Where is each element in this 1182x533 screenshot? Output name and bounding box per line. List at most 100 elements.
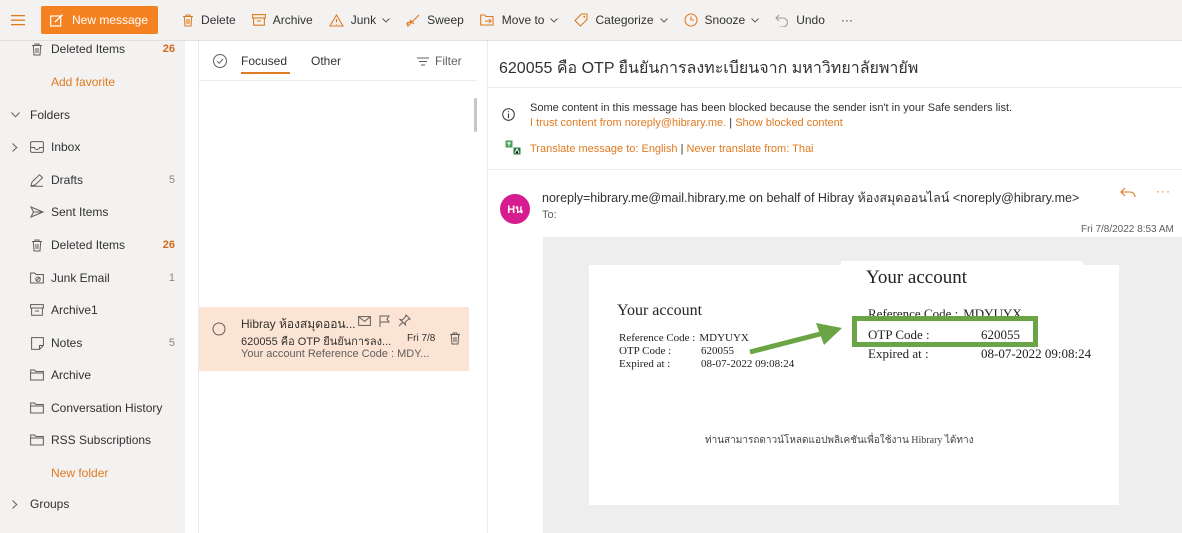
message-date: Fri 7/8	[407, 333, 436, 344]
reference-label: Reference Code :	[619, 332, 696, 344]
move-to-button[interactable]: Move to	[472, 6, 567, 34]
message-list: Focused Other Filter Hibray ห้องสมุดออน.…	[198, 41, 477, 533]
tab-focused[interactable]: Focused	[241, 54, 287, 68]
scroll-down-icon[interactable]	[473, 526, 477, 533]
message-list-scrollbar[interactable]	[471, 81, 477, 533]
folder-label: Sent Items	[51, 205, 109, 219]
reply-icon[interactable]	[1120, 187, 1136, 201]
undo-icon	[775, 14, 789, 27]
folder-inbox[interactable]: Inbox	[0, 131, 185, 163]
new-folder-label: New folder	[51, 466, 109, 480]
message-preview: Your account Reference Code : MDY...	[241, 348, 430, 360]
download-app-text: ท่านสามารถดาวน์โหลดแอปพลิเคชันเพื่อใช้งา…	[705, 435, 974, 446]
folder-notes[interactable]: Notes 5	[0, 327, 185, 359]
groups-label: Groups	[30, 497, 70, 511]
folder-archive1[interactable]: Archive1	[0, 294, 185, 326]
folder-label: Junk Email	[51, 271, 110, 285]
delete-button[interactable]: Delete	[174, 6, 244, 34]
message-list-header: Focused Other Filter	[199, 41, 477, 81]
email-subject: 620055 คือ OTP ยืนยันการลงทะเบียนจาก มหา…	[499, 60, 919, 77]
folder-conversation-history[interactable]: Conversation History	[0, 392, 185, 424]
broom-icon	[406, 14, 420, 27]
sent-icon	[30, 205, 44, 219]
folder-icon	[30, 368, 44, 382]
translate-link[interactable]: Translate message to: English	[530, 143, 678, 155]
never-translate-link[interactable]: Never translate from: Thai	[687, 143, 814, 155]
otp-highlight-box	[852, 316, 1038, 347]
chevron-down-icon	[659, 17, 668, 23]
more-icon: ···	[840, 13, 853, 27]
new-message-label: New message	[72, 13, 149, 27]
translate-icon	[505, 140, 521, 158]
more-actions-icon[interactable]: ···	[1156, 184, 1171, 198]
folder-label: Inbox	[51, 140, 81, 154]
folder-deleted-items[interactable]: Deleted Items 26	[0, 229, 185, 261]
notes-icon	[30, 336, 44, 350]
archive-label: Archive	[272, 13, 313, 27]
folder-label: Drafts	[51, 173, 84, 187]
junk-button[interactable]: Junk	[321, 6, 398, 34]
otp-value: 620055	[701, 345, 734, 357]
divider	[488, 87, 1182, 88]
move-to-label: Move to	[501, 13, 545, 27]
categorize-label: Categorize	[595, 13, 654, 27]
archive-button[interactable]: Archive	[244, 6, 321, 34]
undo-label: Undo	[796, 13, 825, 27]
folder-label: Notes	[51, 336, 83, 350]
sweep-button[interactable]: Sweep	[398, 6, 472, 34]
categorize-button[interactable]: Categorize	[566, 6, 675, 34]
select-all-checkbox[interactable]	[212, 53, 228, 69]
chevron-down-icon	[751, 17, 760, 23]
trash-icon	[30, 42, 44, 56]
blocked-content-notice: Some content in this message has been bl…	[530, 102, 1013, 114]
folder-rss-subscriptions[interactable]: RSS Subscriptions	[0, 424, 185, 456]
trash-icon[interactable]	[449, 332, 461, 348]
pin-icon[interactable]	[398, 314, 411, 330]
otp-label: OTP Code :	[619, 345, 672, 357]
select-message-radio[interactable]	[212, 322, 226, 336]
mark-unread-icon[interactable]	[358, 315, 371, 329]
tab-other[interactable]: Other	[311, 54, 341, 68]
separator: |	[677, 143, 687, 155]
chevron-down-icon	[550, 17, 559, 23]
avatar[interactable]: Hน	[500, 194, 530, 224]
add-favorite-link[interactable]: Add favorite	[0, 66, 185, 98]
folder-archive[interactable]: Archive	[0, 359, 185, 391]
trash-icon	[182, 13, 194, 27]
folder-sent-items[interactable]: Sent Items	[0, 196, 185, 228]
sweep-label: Sweep	[427, 13, 464, 27]
trust-sender-link[interactable]: I trust content from noreply@hibrary.me.	[530, 117, 726, 129]
undo-button[interactable]: Undo	[767, 6, 833, 34]
new-folder-link[interactable]: New folder	[0, 457, 185, 489]
flag-icon[interactable]	[379, 315, 390, 330]
scrollbar-thumb[interactable]	[474, 98, 477, 132]
folder-junk-email[interactable]: Junk Email 1	[0, 262, 185, 294]
chevron-right-icon	[9, 141, 21, 153]
folders-section-header[interactable]: Folders	[0, 99, 185, 131]
more-actions-button[interactable]: ···	[833, 6, 861, 34]
translate-bar: Translate message to: English | Never tr…	[530, 143, 814, 155]
groups-section-header[interactable]: Groups	[0, 488, 185, 520]
sender-info[interactable]: noreply=hibrary.me@mail.hibrary.me on be…	[542, 188, 1079, 208]
zoom-account-title: Your account	[866, 267, 967, 288]
reading-pane: 620055 คือ OTP ยืนยันการลงทะเบียนจาก มหา…	[487, 41, 1182, 533]
folder-drafts[interactable]: Drafts 5	[0, 164, 185, 196]
active-tab-underline	[241, 72, 290, 74]
chevron-right-icon	[9, 498, 21, 510]
folder-label: RSS Subscriptions	[51, 433, 152, 447]
add-favorite-label: Add favorite	[51, 75, 116, 89]
expiry-row: Expired at : 08-07-2022 09:08:24	[619, 358, 794, 371]
clock-icon	[683, 13, 698, 27]
snooze-button[interactable]: Snooze	[676, 6, 768, 34]
folder-label: Conversation History	[51, 401, 163, 415]
folder-icon	[30, 433, 44, 447]
drafts-icon	[30, 173, 44, 187]
filter-button[interactable]: Filter	[417, 54, 462, 68]
trash-icon	[30, 238, 44, 252]
show-blocked-content-link[interactable]: Show blocked content	[735, 117, 843, 129]
list-item[interactable]: Hibray ห้องสมุดออน... 620055 คือ OTP ยืน…	[199, 307, 469, 371]
favorite-deleted-items[interactable]: Deleted Items 26	[0, 33, 185, 65]
new-message-button[interactable]: New message	[41, 6, 159, 34]
folder-icon	[30, 401, 44, 415]
filter-label: Filter	[435, 54, 462, 68]
